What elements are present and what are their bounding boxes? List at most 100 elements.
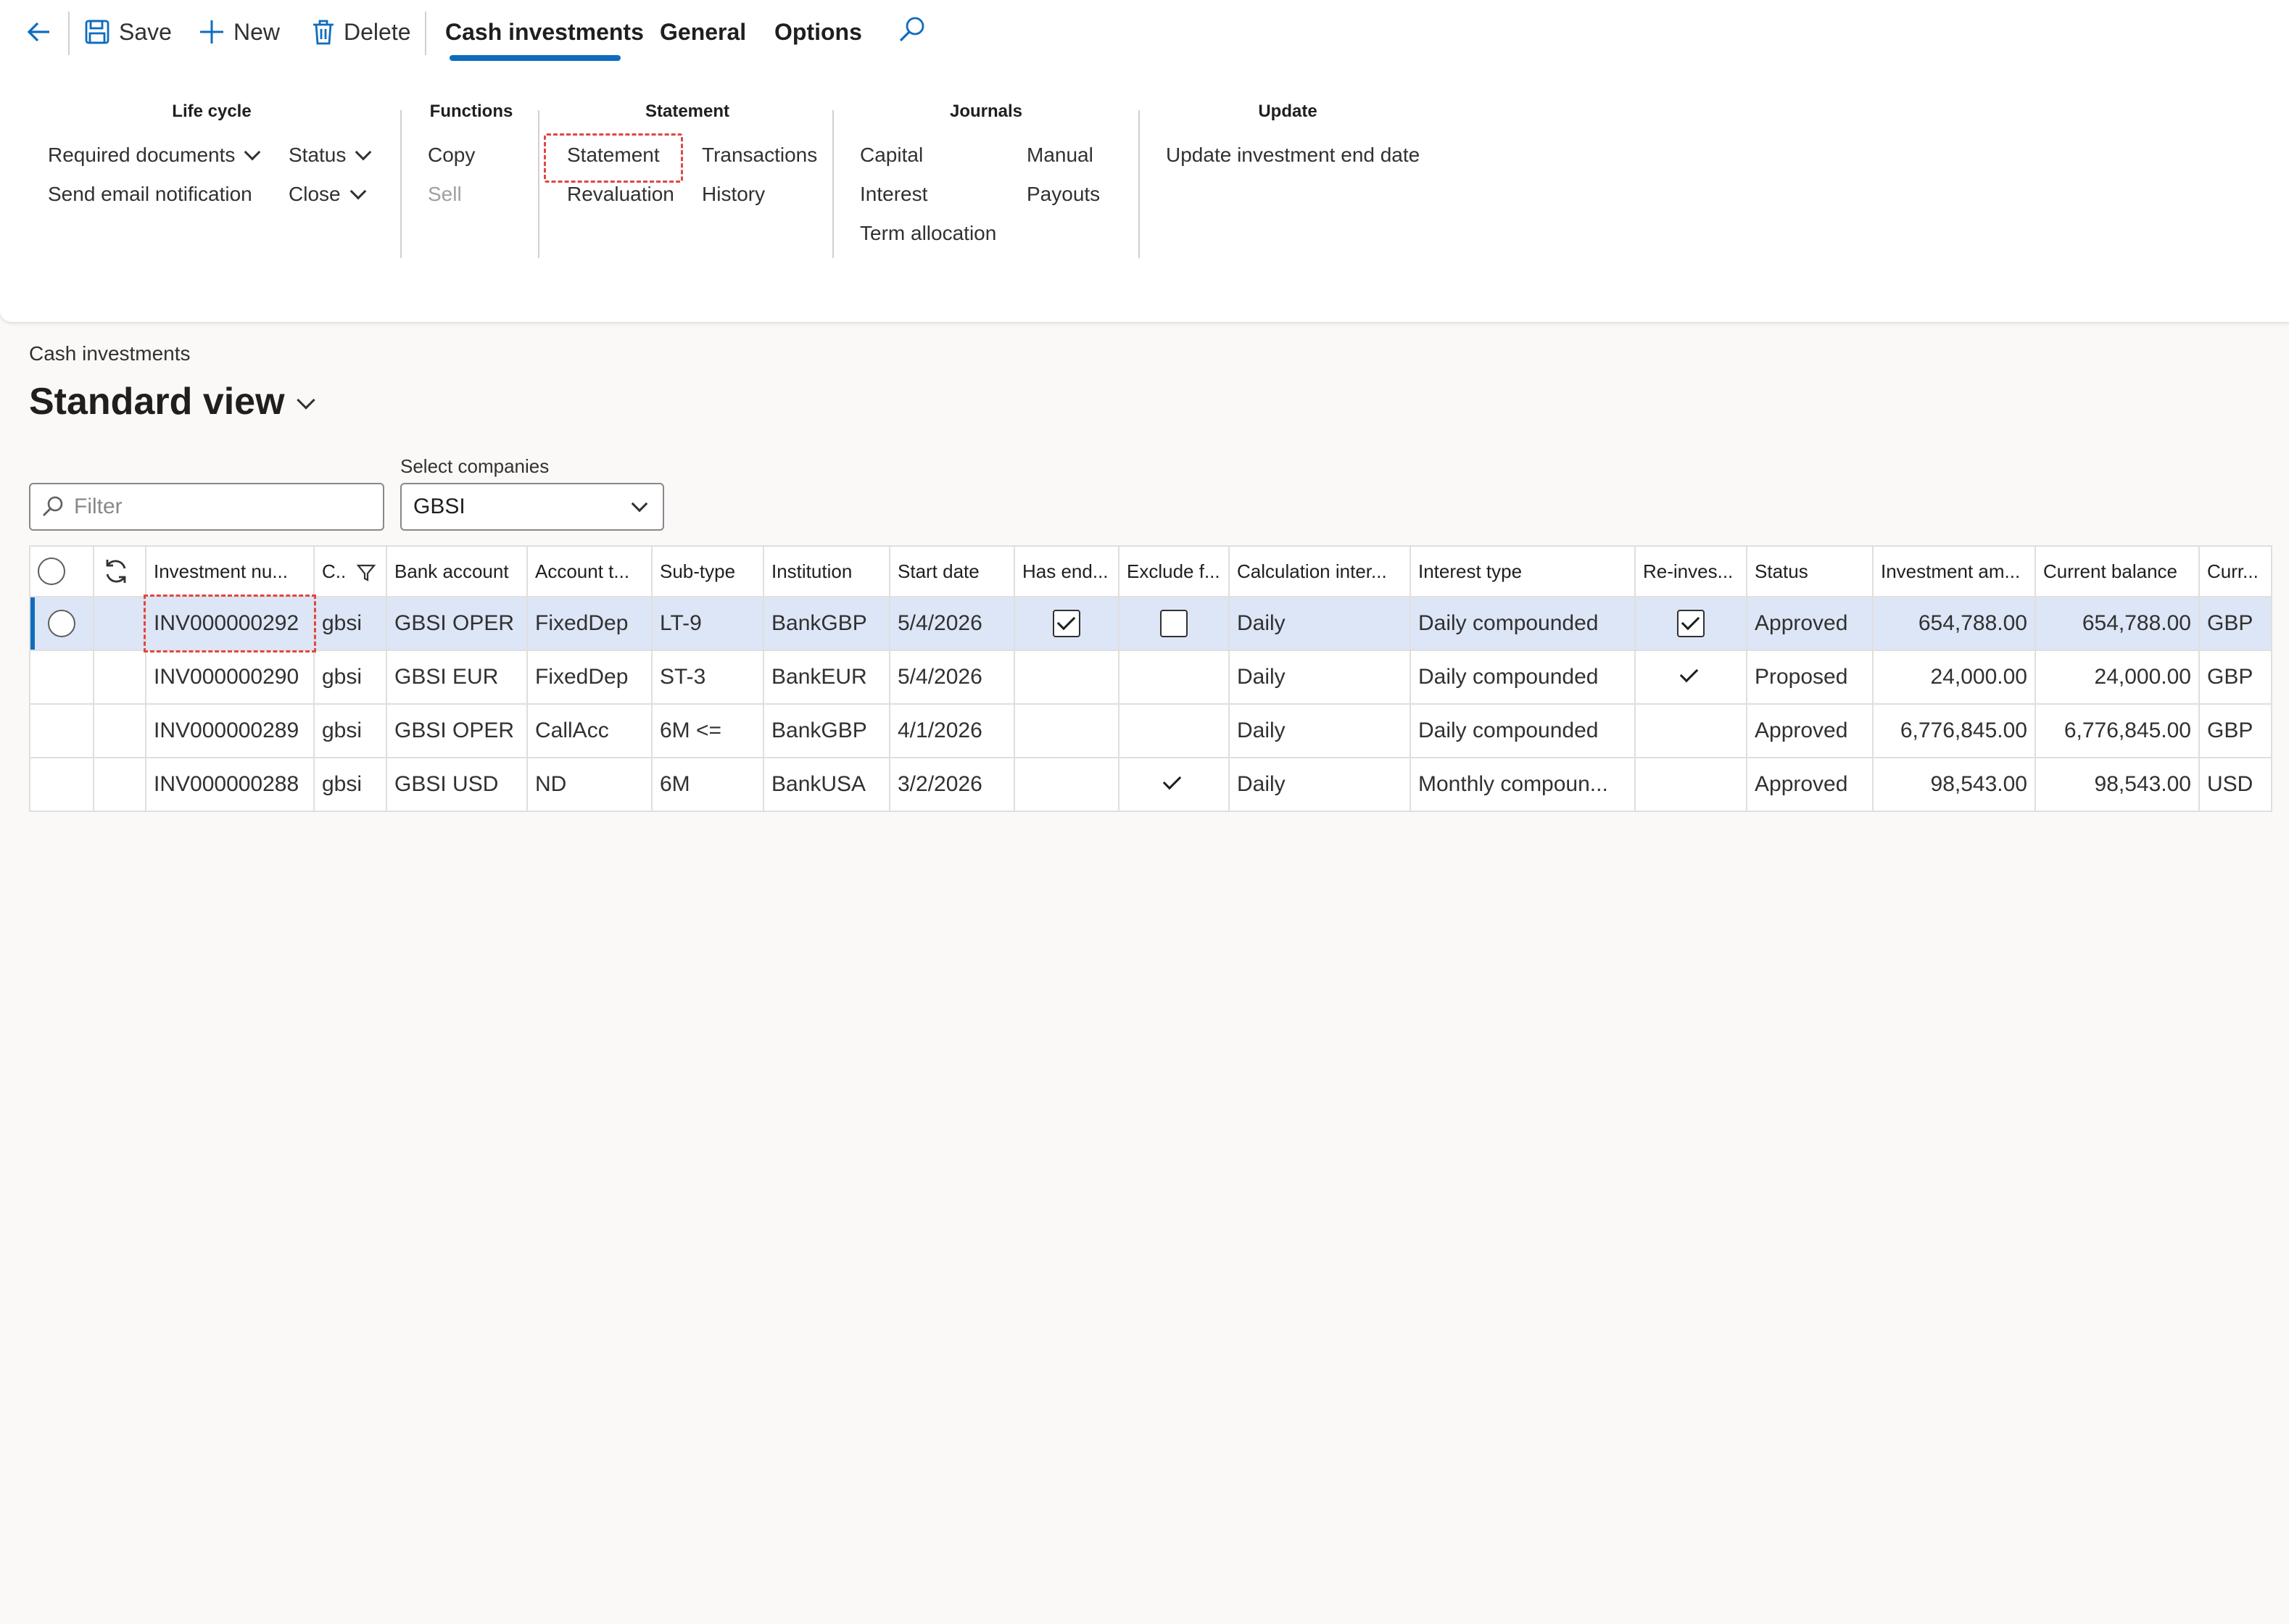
institution-cell: BankGBP (763, 703, 890, 758)
status-cell: Proposed (1746, 650, 1874, 705)
column-header-sub-type[interactable]: Sub-type (651, 545, 764, 597)
exclude-cell[interactable] (1118, 703, 1230, 758)
table-row[interactable]: INV000000290 gbsi GBSI EUR FixedDep ST-3 Bank… (29, 650, 2272, 705)
investment-number-link[interactable]: INV000000288 (145, 757, 315, 812)
group-title-update: Update (1258, 102, 1317, 121)
copy-button[interactable]: Copy (428, 141, 475, 170)
column-header-investment-number[interactable]: Investment nu... (145, 545, 315, 597)
has-end-date-cell[interactable] (1014, 596, 1119, 651)
send-email-notification-button[interactable]: Send email notification (48, 180, 252, 209)
investment-number-link[interactable]: INV000000292 (144, 594, 316, 652)
column-header-institution[interactable]: Institution (763, 545, 890, 597)
payouts-button[interactable]: Payouts (1027, 180, 1100, 209)
new-label: New (233, 18, 281, 45)
exclude-cell[interactable] (1118, 757, 1230, 812)
column-header-bank-account[interactable]: Bank account (386, 545, 528, 597)
tab-options[interactable]: Options (774, 0, 862, 64)
manual-button[interactable]: Manual (1027, 141, 1093, 170)
view-selector[interactable]: Standard view (29, 380, 315, 423)
current-balance-cell: 6,776,845.00 (2035, 703, 2200, 758)
save-button[interactable]: Save (84, 0, 172, 64)
select-all-radio[interactable] (38, 558, 65, 585)
currency-cell[interactable]: GBP (2198, 596, 2272, 651)
column-header-company[interactable]: C.. (313, 545, 387, 597)
interest-button[interactable]: Interest (860, 180, 927, 209)
refresh-icon[interactable] (102, 557, 131, 586)
required-documents-menu[interactable]: Required documents (48, 141, 261, 170)
reinvest-cell[interactable] (1634, 650, 1747, 705)
start-date-cell: 4/1/2026 (889, 703, 1015, 758)
table-row[interactable]: INV000000289 gbsi GBSI OPER CallAcc 6M <= Ban… (29, 703, 2272, 758)
investment-number-link[interactable]: INV000000289 (145, 703, 315, 758)
column-header-currency[interactable]: Curr... (2198, 545, 2272, 597)
column-header-has-end-date[interactable]: Has end... (1014, 545, 1119, 597)
table-row[interactable]: INV000000292 gbsi GBSI OPER FixedDep LT-9 Ban… (29, 594, 2272, 652)
column-header-exclude[interactable]: Exclude f... (1118, 545, 1230, 597)
table-row[interactable]: INV000000288 gbsi GBSI USD ND 6M BankUSA 3/2/2… (29, 757, 2272, 812)
delete-label: Delete (344, 18, 411, 45)
column-header-account-type[interactable]: Account t... (526, 545, 653, 597)
exclude-cell[interactable] (1118, 650, 1230, 705)
exclude-cell[interactable] (1118, 596, 1230, 651)
select-all-cell[interactable] (29, 545, 94, 597)
company-cell[interactable]: gbsi (313, 596, 387, 651)
account-type-cell[interactable]: FixedDep (526, 596, 653, 651)
back-button[interactable] (15, 0, 64, 64)
plus-icon (200, 20, 223, 44)
term-allocation-button[interactable]: Term allocation (860, 219, 996, 248)
has-end-date-cell[interactable] (1014, 757, 1119, 812)
row-spacer-cell (93, 703, 146, 758)
row-select-cell[interactable] (29, 757, 94, 812)
revaluation-button[interactable]: Revaluation (567, 180, 674, 209)
select-companies-label: Select companies (400, 455, 550, 477)
checkbox-checked[interactable] (1677, 610, 1705, 637)
update-investment-end-date-button[interactable]: Update investment end date (1166, 141, 1420, 170)
select-companies-dropdown[interactable]: GBSI (400, 483, 664, 531)
institution-cell[interactable]: BankGBP (763, 596, 890, 651)
history-button[interactable]: History (702, 180, 765, 209)
filter-input[interactable]: Filter (29, 483, 384, 531)
checkbox-unchecked[interactable] (1160, 610, 1188, 637)
search-button[interactable] (896, 14, 934, 52)
new-button[interactable]: New (199, 0, 280, 64)
checkbox-checked[interactable] (1053, 610, 1080, 637)
column-header-current-balance[interactable]: Current balance (2035, 545, 2200, 597)
column-header-calculation-interval[interactable]: Calculation inter... (1228, 545, 1411, 597)
row-select-cell[interactable] (29, 596, 94, 651)
investment-number-link[interactable]: INV000000290 (145, 650, 315, 705)
required-documents-label: Required documents (48, 144, 236, 166)
search-icon (43, 496, 63, 516)
transactions-button[interactable]: Transactions (702, 141, 817, 170)
column-header-investment-amount[interactable]: Investment am... (1872, 545, 2036, 597)
reinvest-cell[interactable] (1634, 703, 1747, 758)
calculation-interval-cell: Daily (1228, 596, 1411, 651)
column-header-reinvest[interactable]: Re-inves... (1634, 545, 1747, 597)
has-end-date-cell[interactable] (1014, 703, 1119, 758)
reinvest-cell[interactable] (1634, 596, 1747, 651)
status-menu[interactable]: Status (289, 141, 372, 170)
bank-account-cell[interactable]: GBSI OPER (386, 596, 528, 651)
filter-icon[interactable] (357, 563, 376, 582)
sub-type-cell[interactable]: LT-9 (651, 596, 764, 651)
delete-button[interactable]: Delete (312, 0, 411, 64)
row-select-cell[interactable] (29, 703, 94, 758)
column-header-status[interactable]: Status (1746, 545, 1874, 597)
group-title-lifecycle: Life cycle (172, 102, 252, 121)
column-header-interest-type[interactable]: Interest type (1410, 545, 1636, 597)
close-menu[interactable]: Close (289, 180, 366, 209)
refresh-cell[interactable] (93, 545, 146, 597)
group-divider (1138, 110, 1140, 258)
currency-cell: GBP (2198, 650, 2272, 705)
chevron-down-icon (631, 495, 648, 513)
tab-cash-investments[interactable]: Cash investments (445, 0, 644, 64)
reinvest-cell[interactable] (1634, 757, 1747, 812)
has-end-date-cell[interactable] (1014, 650, 1119, 705)
capital-button[interactable]: Capital (860, 141, 923, 170)
checkmark-icon (1160, 771, 1188, 798)
tab-general[interactable]: General (660, 0, 746, 64)
column-header-start-date[interactable]: Start date (889, 545, 1015, 597)
statement-button[interactable]: Statement (567, 141, 660, 170)
row-select-cell[interactable] (29, 650, 94, 705)
sell-button[interactable]: Sell (428, 180, 462, 209)
row-select-radio[interactable] (48, 610, 75, 637)
